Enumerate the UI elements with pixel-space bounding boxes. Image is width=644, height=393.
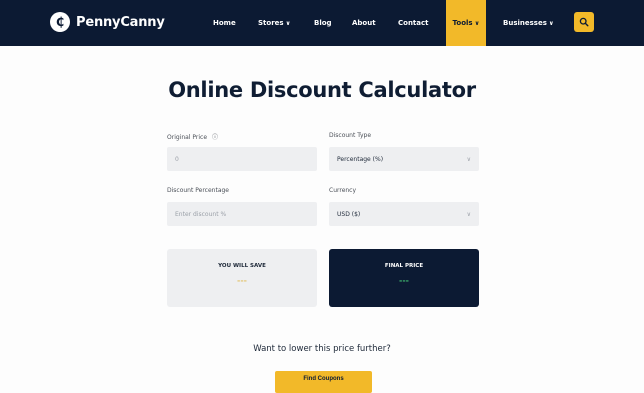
final-price-label: FINAL PRICE — [384, 263, 424, 269]
nav-item-blog[interactable]: Blog — [314, 0, 332, 46]
final-price-card: FINAL PRICE --- — [329, 249, 479, 307]
nav-label: Businesses — [503, 19, 547, 27]
brand-name: PennyCanny — [76, 14, 165, 30]
nav-item-stores[interactable]: Stores ∨ — [258, 0, 290, 46]
nav-label: Home — [213, 19, 236, 27]
discount-type-value: Percentage (%) — [337, 155, 384, 163]
lower-price-prompt: Want to lower this price further? — [253, 344, 391, 354]
currency-label: Currency — [329, 187, 357, 194]
nav-label: Contact — [398, 19, 429, 27]
final-price-value: --- — [399, 276, 409, 285]
nav-label: Stores — [258, 19, 284, 27]
nav-item-home[interactable]: Home — [213, 0, 236, 46]
top-navbar: ₵ PennyCanny Home Stores ∨ Blog About Con… — [0, 0, 644, 46]
chevron-down-icon: ∨ — [285, 19, 291, 27]
nav-item-businesses[interactable]: Businesses ∨ — [503, 0, 554, 46]
discount-percentage-label: Discount Percentage — [167, 187, 230, 194]
nav-label: Blog — [314, 19, 332, 27]
you-will-save-value: --- — [237, 276, 247, 285]
search-button[interactable] — [574, 12, 594, 32]
logo-mark-icon: ₵ — [50, 12, 70, 32]
site-logo[interactable]: ₵ PennyCanny — [50, 12, 165, 32]
chevron-down-icon: ∨ — [466, 155, 471, 163]
currency-select[interactable]: USD ($) ∨ — [329, 202, 479, 226]
search-icon — [579, 17, 589, 27]
discount-type-label: Discount Type — [329, 132, 372, 139]
you-will-save-card: YOU WILL SAVE --- — [167, 249, 317, 307]
chevron-down-icon: ∨ — [548, 19, 554, 27]
original-price-label-text: Original Price — [167, 134, 208, 141]
original-price-field[interactable]: 0 — [167, 147, 317, 171]
chevron-down-icon: ∨ — [466, 210, 471, 218]
nav-item-tools[interactable]: Tools ∨ — [446, 0, 486, 46]
nav-label: About — [352, 19, 376, 27]
currency-value: USD ($) — [337, 210, 361, 218]
original-price-label: Original Price ⓘ — [167, 132, 218, 141]
nav-item-contact[interactable]: Contact — [398, 0, 429, 46]
discount-type-select[interactable]: Percentage (%) ∨ — [329, 147, 479, 171]
page-title: Online Discount Calculator — [168, 78, 476, 102]
chevron-down-icon: ∨ — [474, 19, 480, 27]
you-will-save-label: YOU WILL SAVE — [218, 263, 266, 269]
discount-percentage-field[interactable]: Enter discount % — [167, 202, 317, 226]
nav-label: Tools — [452, 19, 473, 27]
discount-percentage-placeholder: Enter discount % — [175, 210, 227, 218]
info-icon[interactable]: ⓘ — [212, 134, 218, 141]
original-price-value: 0 — [175, 155, 179, 163]
nav-item-about[interactable]: About — [352, 0, 376, 46]
